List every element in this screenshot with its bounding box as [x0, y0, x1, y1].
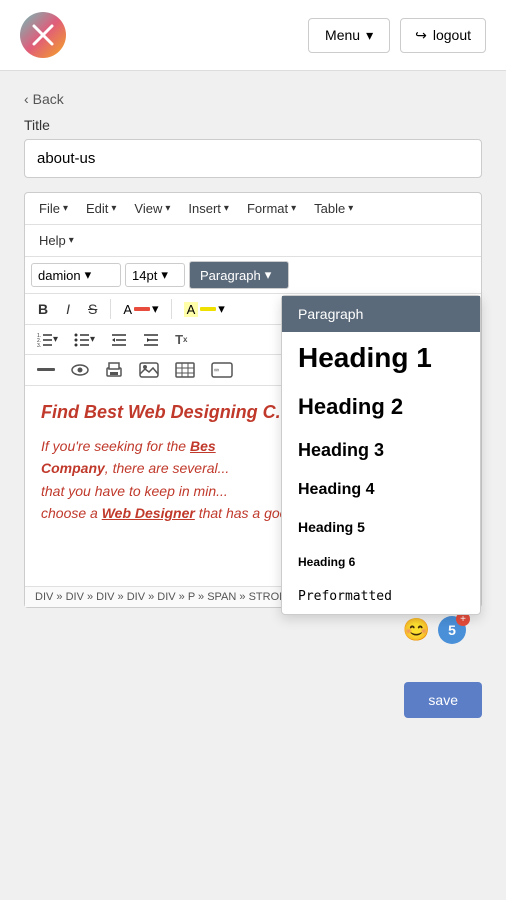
emoji-icon[interactable]: 😊: [403, 617, 430, 643]
chevron-down-icon: ▾: [265, 267, 272, 283]
chevron-down-icon: ▾: [63, 203, 68, 214]
view-menu[interactable]: View ▾: [126, 197, 178, 220]
svg-text:3.: 3.: [37, 343, 41, 347]
back-link[interactable]: ‹ Back: [24, 91, 482, 107]
notification-count: 5: [448, 622, 456, 638]
format-menu[interactable]: Format ▾: [239, 197, 304, 220]
back-label: Back: [33, 91, 64, 107]
dropdown-item-h2[interactable]: Heading 2: [282, 384, 480, 430]
separator: [110, 299, 111, 319]
svg-text:⌨: ⌨: [214, 366, 219, 375]
font-color-swatch: [134, 307, 150, 311]
chevron-down-icon: ▾: [224, 203, 229, 214]
bg-color-label: A: [184, 302, 199, 317]
toolbar-row-menu: File ▾ Edit ▾ View ▾ Insert ▾ Format ▾ T…: [25, 193, 481, 225]
dropdown-item-h4[interactable]: Heading 4: [282, 471, 480, 509]
chevron-down-icon: ▾: [69, 235, 74, 246]
editor-link-1: Bes: [190, 438, 216, 454]
notification-badge[interactable]: 5 +: [438, 616, 466, 644]
header: Menu ▾ ↪ logout: [0, 0, 506, 71]
chevron-down-icon: ▾: [53, 334, 58, 345]
file-menu[interactable]: File ▾: [31, 197, 76, 220]
horizontal-rule-button[interactable]: [31, 360, 61, 380]
menu-button[interactable]: Menu ▾: [308, 18, 390, 53]
bg-color-button[interactable]: A ▾: [178, 298, 231, 320]
header-actions: Menu ▾ ↪ logout: [308, 18, 486, 53]
image-button[interactable]: [133, 359, 165, 381]
bold-button[interactable]: B: [31, 298, 55, 320]
menu-label: Menu: [325, 27, 360, 43]
dropdown-item-h5[interactable]: Heading 5: [282, 509, 480, 545]
size-selector[interactable]: 14pt ▾: [125, 263, 185, 287]
paragraph-dropdown: Paragraph Heading 1 Heading 2 Heading 3 …: [281, 295, 481, 615]
source-code-button[interactable]: ⌨: [205, 359, 239, 381]
chevron-left-icon: ‹: [24, 91, 29, 107]
dropdown-item-h1[interactable]: Heading 1: [282, 332, 480, 384]
chevron-down-icon: ▾: [111, 203, 116, 214]
logout-icon: ↪: [415, 27, 427, 44]
editor-strong: Company: [41, 460, 105, 476]
chevron-down-icon: ▾: [165, 203, 170, 214]
table-insert-button[interactable]: [169, 359, 201, 381]
print-button[interactable]: [99, 359, 129, 381]
save-button-row: save: [0, 672, 506, 738]
unordered-list-button[interactable]: ▾: [68, 330, 101, 350]
toolbar-row-help: Help ▾: [25, 225, 481, 257]
chevron-down-icon: ▾: [152, 301, 159, 317]
dropdown-item-paragraph[interactable]: Paragraph: [282, 296, 480, 332]
chevron-down-icon: ▾: [161, 267, 168, 283]
logo: [20, 12, 66, 58]
chevron-down-icon: ▾: [85, 267, 92, 283]
dropdown-item-h3[interactable]: Heading 3: [282, 430, 480, 471]
font-color-button[interactable]: A ▾: [117, 298, 164, 320]
indent-decrease-button[interactable]: [105, 330, 133, 350]
logout-label: logout: [433, 27, 471, 43]
title-input[interactable]: [24, 139, 482, 178]
clear-format-button[interactable]: Tx: [169, 329, 193, 350]
dropdown-item-h6[interactable]: Heading 6: [282, 545, 480, 579]
table-menu[interactable]: Table ▾: [306, 197, 361, 220]
chevron-down-icon: ▾: [291, 203, 296, 214]
preview-button[interactable]: [65, 360, 95, 380]
dropdown-item-preformatted[interactable]: Preformatted: [282, 579, 480, 614]
logout-button[interactable]: ↪ logout: [400, 18, 486, 53]
chevron-down-icon: ▾: [348, 203, 353, 214]
title-label: Title: [24, 117, 482, 133]
separator: [171, 299, 172, 319]
strikethrough-button[interactable]: S: [81, 298, 104, 320]
editor-link-2: Web Designer: [102, 505, 195, 521]
save-button[interactable]: save: [404, 682, 482, 718]
editor-container: File ▾ Edit ▾ View ▾ Insert ▾ Format ▾ T…: [24, 192, 482, 608]
paragraph-selector[interactable]: Paragraph ▾: [189, 261, 289, 289]
font-selector[interactable]: damion ▾: [31, 263, 121, 287]
main-content: ‹ Back Title File ▾ Edit ▾ View ▾ Insert…: [0, 71, 506, 672]
chevron-down-icon: ▾: [366, 27, 373, 44]
help-menu[interactable]: Help ▾: [31, 229, 82, 252]
chevron-down-icon: ▾: [218, 301, 225, 317]
insert-menu[interactable]: Insert ▾: [180, 197, 237, 220]
font-color-label: A: [123, 302, 132, 317]
chevron-down-icon: ▾: [90, 334, 95, 345]
bg-color-swatch: [200, 307, 216, 311]
toolbar-row-format: damion ▾ 14pt ▾ Paragraph ▾ Paragraph He…: [25, 257, 481, 294]
indent-increase-button[interactable]: [137, 330, 165, 350]
breadcrumb: DIV » DIV » DIV » DIV » DIV » P » SPAN »…: [35, 591, 296, 603]
edit-menu[interactable]: Edit ▾: [78, 197, 124, 220]
italic-button[interactable]: I: [59, 298, 77, 320]
ordered-list-button[interactable]: 1.2.3. ▾: [31, 330, 64, 350]
